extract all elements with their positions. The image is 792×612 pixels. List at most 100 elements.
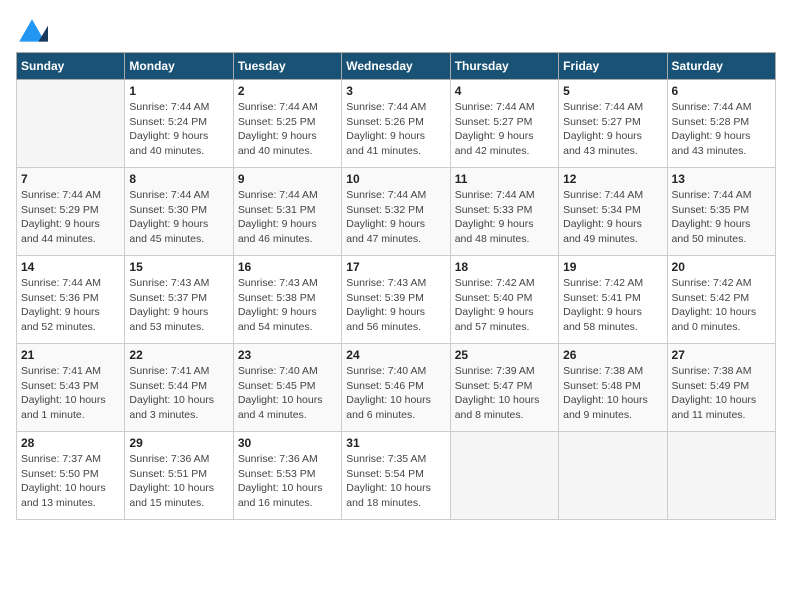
calendar-cell: 30Sunrise: 7:36 AM Sunset: 5:53 PM Dayli…	[233, 432, 341, 520]
calendar-cell: 3 Sunrise: 7:44 AM Sunset: 5:26 PM Daylig…	[342, 80, 450, 168]
calendar-cell: 18 Sunrise: 7:42 AM Sunset: 5:40 PM Dayli…	[450, 256, 558, 344]
calendar-cell: 9 Sunrise: 7:44 AM Sunset: 5:31 PM Daylig…	[233, 168, 341, 256]
day-info: Sunrise: 7:38 AM Sunset: 5:49 PM Dayligh…	[672, 364, 771, 423]
calendar-cell: 31Sunrise: 7:35 AM Sunset: 5:54 PM Dayli…	[342, 432, 450, 520]
day-info: Sunrise: 7:44 AM Sunset: 5:30 PM Dayligh…	[129, 188, 228, 247]
day-number: 25	[455, 348, 554, 362]
day-number: 29	[129, 436, 228, 450]
day-info: Sunrise: 7:42 AM Sunset: 5:40 PM Dayligh…	[455, 276, 554, 335]
calendar-cell: 5 Sunrise: 7:44 AM Sunset: 5:27 PM Daylig…	[559, 80, 667, 168]
day-number: 28	[21, 436, 120, 450]
day-info: Sunrise: 7:44 AM Sunset: 5:26 PM Dayligh…	[346, 100, 445, 159]
day-info: Sunrise: 7:44 AM Sunset: 5:25 PM Dayligh…	[238, 100, 337, 159]
calendar-cell: 8 Sunrise: 7:44 AM Sunset: 5:30 PM Daylig…	[125, 168, 233, 256]
day-number: 10	[346, 172, 445, 186]
day-number: 21	[21, 348, 120, 362]
calendar-week-row: 1Sunrise: 7:44 AM Sunset: 5:24 PM Daylig…	[17, 80, 776, 168]
weekday-header: Tuesday	[233, 53, 341, 80]
day-number: 15	[129, 260, 228, 274]
weekday-header: Saturday	[667, 53, 775, 80]
day-number: 11	[455, 172, 554, 186]
calendar-cell	[17, 80, 125, 168]
calendar-cell: 21 Sunrise: 7:41 AM Sunset: 5:43 PM Dayli…	[17, 344, 125, 432]
weekday-header: Monday	[125, 53, 233, 80]
calendar-cell: 2 Sunrise: 7:44 AM Sunset: 5:25 PM Daylig…	[233, 80, 341, 168]
day-info: Sunrise: 7:44 AM Sunset: 5:35 PM Dayligh…	[672, 188, 771, 247]
day-info: Sunrise: 7:41 AM Sunset: 5:43 PM Dayligh…	[21, 364, 120, 423]
calendar-cell: 25 Sunrise: 7:39 AM Sunset: 5:47 PM Dayli…	[450, 344, 558, 432]
calendar-cell: 13 Sunrise: 7:44 AM Sunset: 5:35 PM Dayli…	[667, 168, 775, 256]
day-number: 12	[563, 172, 662, 186]
day-number: 20	[672, 260, 771, 274]
calendar-week-row: 7 Sunrise: 7:44 AM Sunset: 5:29 PM Daylig…	[17, 168, 776, 256]
day-number: 18	[455, 260, 554, 274]
day-info: Sunrise: 7:37 AM Sunset: 5:50 PM Dayligh…	[21, 452, 120, 511]
calendar-cell: 17Sunrise: 7:43 AM Sunset: 5:39 PM Dayli…	[342, 256, 450, 344]
day-info: Sunrise: 7:40 AM Sunset: 5:45 PM Dayligh…	[238, 364, 337, 423]
day-number: 4	[455, 84, 554, 98]
day-info: Sunrise: 7:40 AM Sunset: 5:46 PM Dayligh…	[346, 364, 445, 423]
day-number: 1	[129, 84, 228, 98]
day-number: 31	[346, 436, 445, 450]
weekday-header: Wednesday	[342, 53, 450, 80]
calendar-cell: 10 Sunrise: 7:44 AM Sunset: 5:32 PM Dayli…	[342, 168, 450, 256]
day-info: Sunrise: 7:44 AM Sunset: 5:28 PM Dayligh…	[672, 100, 771, 159]
calendar-cell: 20 Sunrise: 7:42 AM Sunset: 5:42 PM Dayli…	[667, 256, 775, 344]
calendar-cell: 12 Sunrise: 7:44 AM Sunset: 5:34 PM Dayli…	[559, 168, 667, 256]
calendar-cell: 15Sunrise: 7:43 AM Sunset: 5:37 PM Dayli…	[125, 256, 233, 344]
day-info: Sunrise: 7:44 AM Sunset: 5:27 PM Dayligh…	[563, 100, 662, 159]
day-info: Sunrise: 7:44 AM Sunset: 5:29 PM Dayligh…	[21, 188, 120, 247]
day-number: 9	[238, 172, 337, 186]
day-number: 13	[672, 172, 771, 186]
logo-icon	[16, 16, 48, 48]
calendar-week-row: 14 Sunrise: 7:44 AM Sunset: 5:36 PM Dayli…	[17, 256, 776, 344]
day-number: 2	[238, 84, 337, 98]
day-number: 3	[346, 84, 445, 98]
day-info: Sunrise: 7:44 AM Sunset: 5:34 PM Dayligh…	[563, 188, 662, 247]
day-number: 7	[21, 172, 120, 186]
calendar-cell: 14 Sunrise: 7:44 AM Sunset: 5:36 PM Dayli…	[17, 256, 125, 344]
calendar-cell: 28 Sunrise: 7:37 AM Sunset: 5:50 PM Dayli…	[17, 432, 125, 520]
day-info: Sunrise: 7:43 AM Sunset: 5:39 PM Dayligh…	[346, 276, 445, 335]
day-number: 23	[238, 348, 337, 362]
calendar-body: 1Sunrise: 7:44 AM Sunset: 5:24 PM Daylig…	[17, 80, 776, 520]
weekday-header: Friday	[559, 53, 667, 80]
calendar-cell: 16Sunrise: 7:43 AM Sunset: 5:38 PM Dayli…	[233, 256, 341, 344]
day-number: 8	[129, 172, 228, 186]
day-info: Sunrise: 7:41 AM Sunset: 5:44 PM Dayligh…	[129, 364, 228, 423]
day-number: 24	[346, 348, 445, 362]
calendar-cell: 26Sunrise: 7:38 AM Sunset: 5:48 PM Dayli…	[559, 344, 667, 432]
day-number: 30	[238, 436, 337, 450]
calendar-cell	[559, 432, 667, 520]
calendar-cell: 29 Sunrise: 7:36 AM Sunset: 5:51 PM Dayli…	[125, 432, 233, 520]
calendar-cell: 7 Sunrise: 7:44 AM Sunset: 5:29 PM Daylig…	[17, 168, 125, 256]
day-info: Sunrise: 7:39 AM Sunset: 5:47 PM Dayligh…	[455, 364, 554, 423]
calendar-cell: 11 Sunrise: 7:44 AM Sunset: 5:33 PM Dayli…	[450, 168, 558, 256]
calendar-week-row: 21 Sunrise: 7:41 AM Sunset: 5:43 PM Dayli…	[17, 344, 776, 432]
calendar-header: SundayMondayTuesdayWednesdayThursdayFrid…	[17, 53, 776, 80]
day-number: 16	[238, 260, 337, 274]
day-number: 27	[672, 348, 771, 362]
calendar-cell	[450, 432, 558, 520]
day-info: Sunrise: 7:42 AM Sunset: 5:42 PM Dayligh…	[672, 276, 771, 335]
calendar-cell: 24 Sunrise: 7:40 AM Sunset: 5:46 PM Dayli…	[342, 344, 450, 432]
day-info: Sunrise: 7:38 AM Sunset: 5:48 PM Dayligh…	[563, 364, 662, 423]
day-number: 22	[129, 348, 228, 362]
day-info: Sunrise: 7:44 AM Sunset: 5:33 PM Dayligh…	[455, 188, 554, 247]
day-number: 5	[563, 84, 662, 98]
page-header	[16, 16, 776, 48]
calendar-cell: 22 Sunrise: 7:41 AM Sunset: 5:44 PM Dayli…	[125, 344, 233, 432]
day-info: Sunrise: 7:44 AM Sunset: 5:36 PM Dayligh…	[21, 276, 120, 335]
calendar-cell: 6Sunrise: 7:44 AM Sunset: 5:28 PM Daylig…	[667, 80, 775, 168]
day-number: 14	[21, 260, 120, 274]
calendar-week-row: 28 Sunrise: 7:37 AM Sunset: 5:50 PM Dayli…	[17, 432, 776, 520]
day-number: 19	[563, 260, 662, 274]
day-info: Sunrise: 7:36 AM Sunset: 5:51 PM Dayligh…	[129, 452, 228, 511]
day-info: Sunrise: 7:44 AM Sunset: 5:31 PM Dayligh…	[238, 188, 337, 247]
calendar-cell: 1Sunrise: 7:44 AM Sunset: 5:24 PM Daylig…	[125, 80, 233, 168]
calendar-table: SundayMondayTuesdayWednesdayThursdayFrid…	[16, 52, 776, 520]
calendar-cell: 23 Sunrise: 7:40 AM Sunset: 5:45 PM Dayli…	[233, 344, 341, 432]
day-info: Sunrise: 7:44 AM Sunset: 5:27 PM Dayligh…	[455, 100, 554, 159]
day-info: Sunrise: 7:44 AM Sunset: 5:32 PM Dayligh…	[346, 188, 445, 247]
calendar-cell: 19Sunrise: 7:42 AM Sunset: 5:41 PM Dayli…	[559, 256, 667, 344]
